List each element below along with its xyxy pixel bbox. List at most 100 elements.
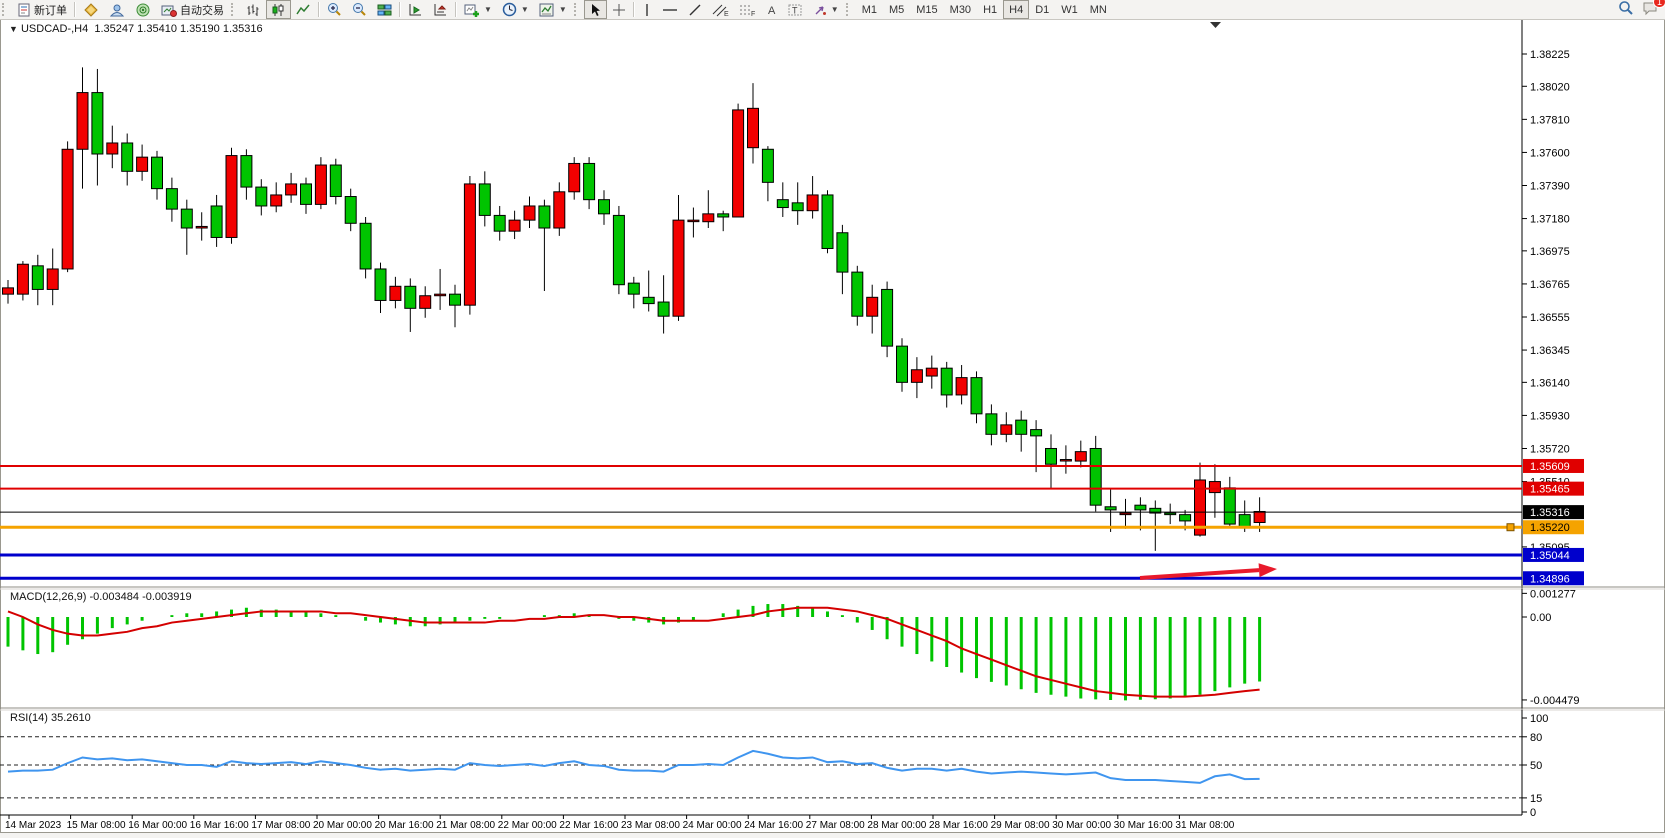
toolbar-separator: [399, 2, 401, 17]
candlestick-chart-button[interactable]: [266, 0, 291, 19]
hline-handle[interactable]: [1507, 524, 1514, 531]
svg-text:28 Mar 16:00: 28 Mar 16:00: [929, 820, 988, 831]
signals-button[interactable]: [130, 0, 156, 19]
new-order-button[interactable]: 新订单: [12, 0, 72, 19]
cursor-tool-button[interactable]: [584, 0, 607, 19]
candle-bull: [554, 192, 565, 228]
trendline-icon: [688, 3, 702, 17]
candles-group: [3, 67, 1266, 550]
candle-bear: [1135, 505, 1146, 510]
signals-icon: [135, 3, 151, 17]
svg-text:28 Mar 00:00: 28 Mar 00:00: [867, 820, 926, 831]
periods-dropdown[interactable]: ▼: [497, 0, 534, 19]
svg-text:50: 50: [1530, 760, 1542, 772]
candle-bull: [226, 156, 237, 238]
candle-bull: [807, 195, 818, 211]
svg-text:30 Mar 16:00: 30 Mar 16:00: [1114, 820, 1173, 831]
candle-bull: [1209, 482, 1220, 493]
zoom-out-button[interactable]: [347, 0, 372, 19]
svg-text:1.36765: 1.36765: [1530, 279, 1570, 291]
horizontal-line-tool[interactable]: [657, 0, 683, 19]
timeframe-m5[interactable]: M5: [883, 0, 910, 19]
svg-text:1.35720: 1.35720: [1530, 443, 1570, 455]
line-chart-button[interactable]: [291, 0, 316, 19]
svg-text:23 Mar 08:00: 23 Mar 08:00: [621, 820, 680, 831]
svg-text:15: 15: [1530, 793, 1542, 805]
candle-bull: [1120, 513, 1131, 515]
text-label-tool[interactable]: T: [783, 0, 808, 19]
vertical-line-tool[interactable]: [637, 0, 657, 19]
low-value: 1.35190: [180, 23, 220, 35]
candle-bear: [1090, 448, 1101, 505]
candle-bear: [539, 206, 550, 228]
timeframe-m30[interactable]: M30: [944, 0, 977, 19]
community-button[interactable]: [104, 0, 130, 19]
zoom-in-icon: [327, 2, 342, 17]
crosshair-tool-button[interactable]: [607, 0, 631, 19]
candle-bear: [301, 184, 312, 204]
candle-bull: [509, 220, 520, 231]
channel-icon: E: [712, 3, 729, 17]
arrows-dropdown[interactable]: ▼: [808, 0, 844, 19]
timeframe-h4[interactable]: H4: [1003, 0, 1029, 19]
trend-arrow[interactable]: [1140, 563, 1277, 578]
candle-bull: [688, 220, 699, 222]
candle-bear: [211, 206, 222, 237]
new-chart-dropdown[interactable]: ▼: [459, 0, 497, 19]
candle-bear: [1180, 515, 1191, 521]
search-icon[interactable]: [1618, 0, 1634, 19]
timeframe-h1[interactable]: H1: [977, 0, 1003, 19]
one-click-trading-toggle[interactable]: ▼: [9, 24, 18, 34]
autotrade-icon: [161, 3, 177, 17]
fibonacci-tool[interactable]: F: [734, 0, 761, 19]
svg-text:0.00: 0.00: [1530, 612, 1551, 624]
svg-text:15 Mar 08:00: 15 Mar 08:00: [67, 820, 126, 831]
candle-bear: [360, 223, 371, 269]
candle-bear: [792, 203, 803, 211]
bar-chart-button[interactable]: [241, 0, 266, 19]
candle-bear: [405, 286, 416, 308]
svg-text:27 Mar 08:00: 27 Mar 08:00: [806, 820, 865, 831]
tile-windows-button[interactable]: [372, 0, 397, 19]
price-tag-text: 1.35316: [1530, 507, 1570, 519]
timeframe-m1[interactable]: M1: [856, 0, 883, 19]
candle-bear: [1031, 430, 1042, 436]
channel-tool[interactable]: E: [707, 0, 734, 19]
candle-bull: [748, 108, 759, 147]
candle-bear: [152, 157, 163, 188]
chat-badge: 1: [1653, 0, 1665, 8]
text-tool[interactable]: A: [761, 0, 783, 19]
candle-bear: [718, 214, 729, 217]
auto-scroll-button[interactable]: [403, 0, 428, 19]
new-chart-icon: [464, 3, 480, 17]
candle-bull: [62, 149, 73, 269]
chat-button[interactable]: 1: [1642, 1, 1659, 19]
candle-bull: [286, 184, 297, 195]
timeframe-m15[interactable]: M15: [910, 0, 943, 19]
candle-bear: [777, 200, 788, 208]
candle-bull: [1075, 452, 1086, 461]
bar-chart-icon: [246, 3, 261, 17]
chart-shift-button[interactable]: [428, 0, 453, 19]
template-dropdown[interactable]: ▼: [534, 0, 572, 19]
toolbar-grip: [231, 3, 238, 16]
new-order-icon: [17, 3, 31, 17]
macd-signal-line: [8, 608, 1260, 697]
timeframe-w1[interactable]: W1: [1055, 0, 1084, 19]
zoom-in-button[interactable]: [322, 0, 347, 19]
svg-text:22 Mar 00:00: 22 Mar 00:00: [498, 820, 557, 831]
price-tag-text: 1.35220: [1530, 522, 1570, 534]
high-value: 1.35410: [137, 23, 177, 35]
candle-bear: [122, 143, 133, 171]
candle-bear: [1046, 448, 1057, 464]
trading-platform-window: 新订单 自动交易 ▼ ▼ ▼ E F A T: [0, 0, 1665, 838]
trendline-tool[interactable]: [683, 0, 707, 19]
svg-text:29 Mar 08:00: 29 Mar 08:00: [991, 820, 1050, 831]
time-axis[interactable]: 14 Mar 202315 Mar 08:0016 Mar 00:0016 Ma…: [5, 815, 1235, 831]
close-value: 1.35316: [223, 23, 263, 35]
chart-shift-marker[interactable]: [1210, 22, 1221, 28]
mql5-button[interactable]: [78, 0, 104, 19]
timeframe-mn[interactable]: MN: [1084, 0, 1113, 19]
timeframe-d1[interactable]: D1: [1029, 0, 1055, 19]
autotrade-button[interactable]: 自动交易: [156, 0, 229, 19]
